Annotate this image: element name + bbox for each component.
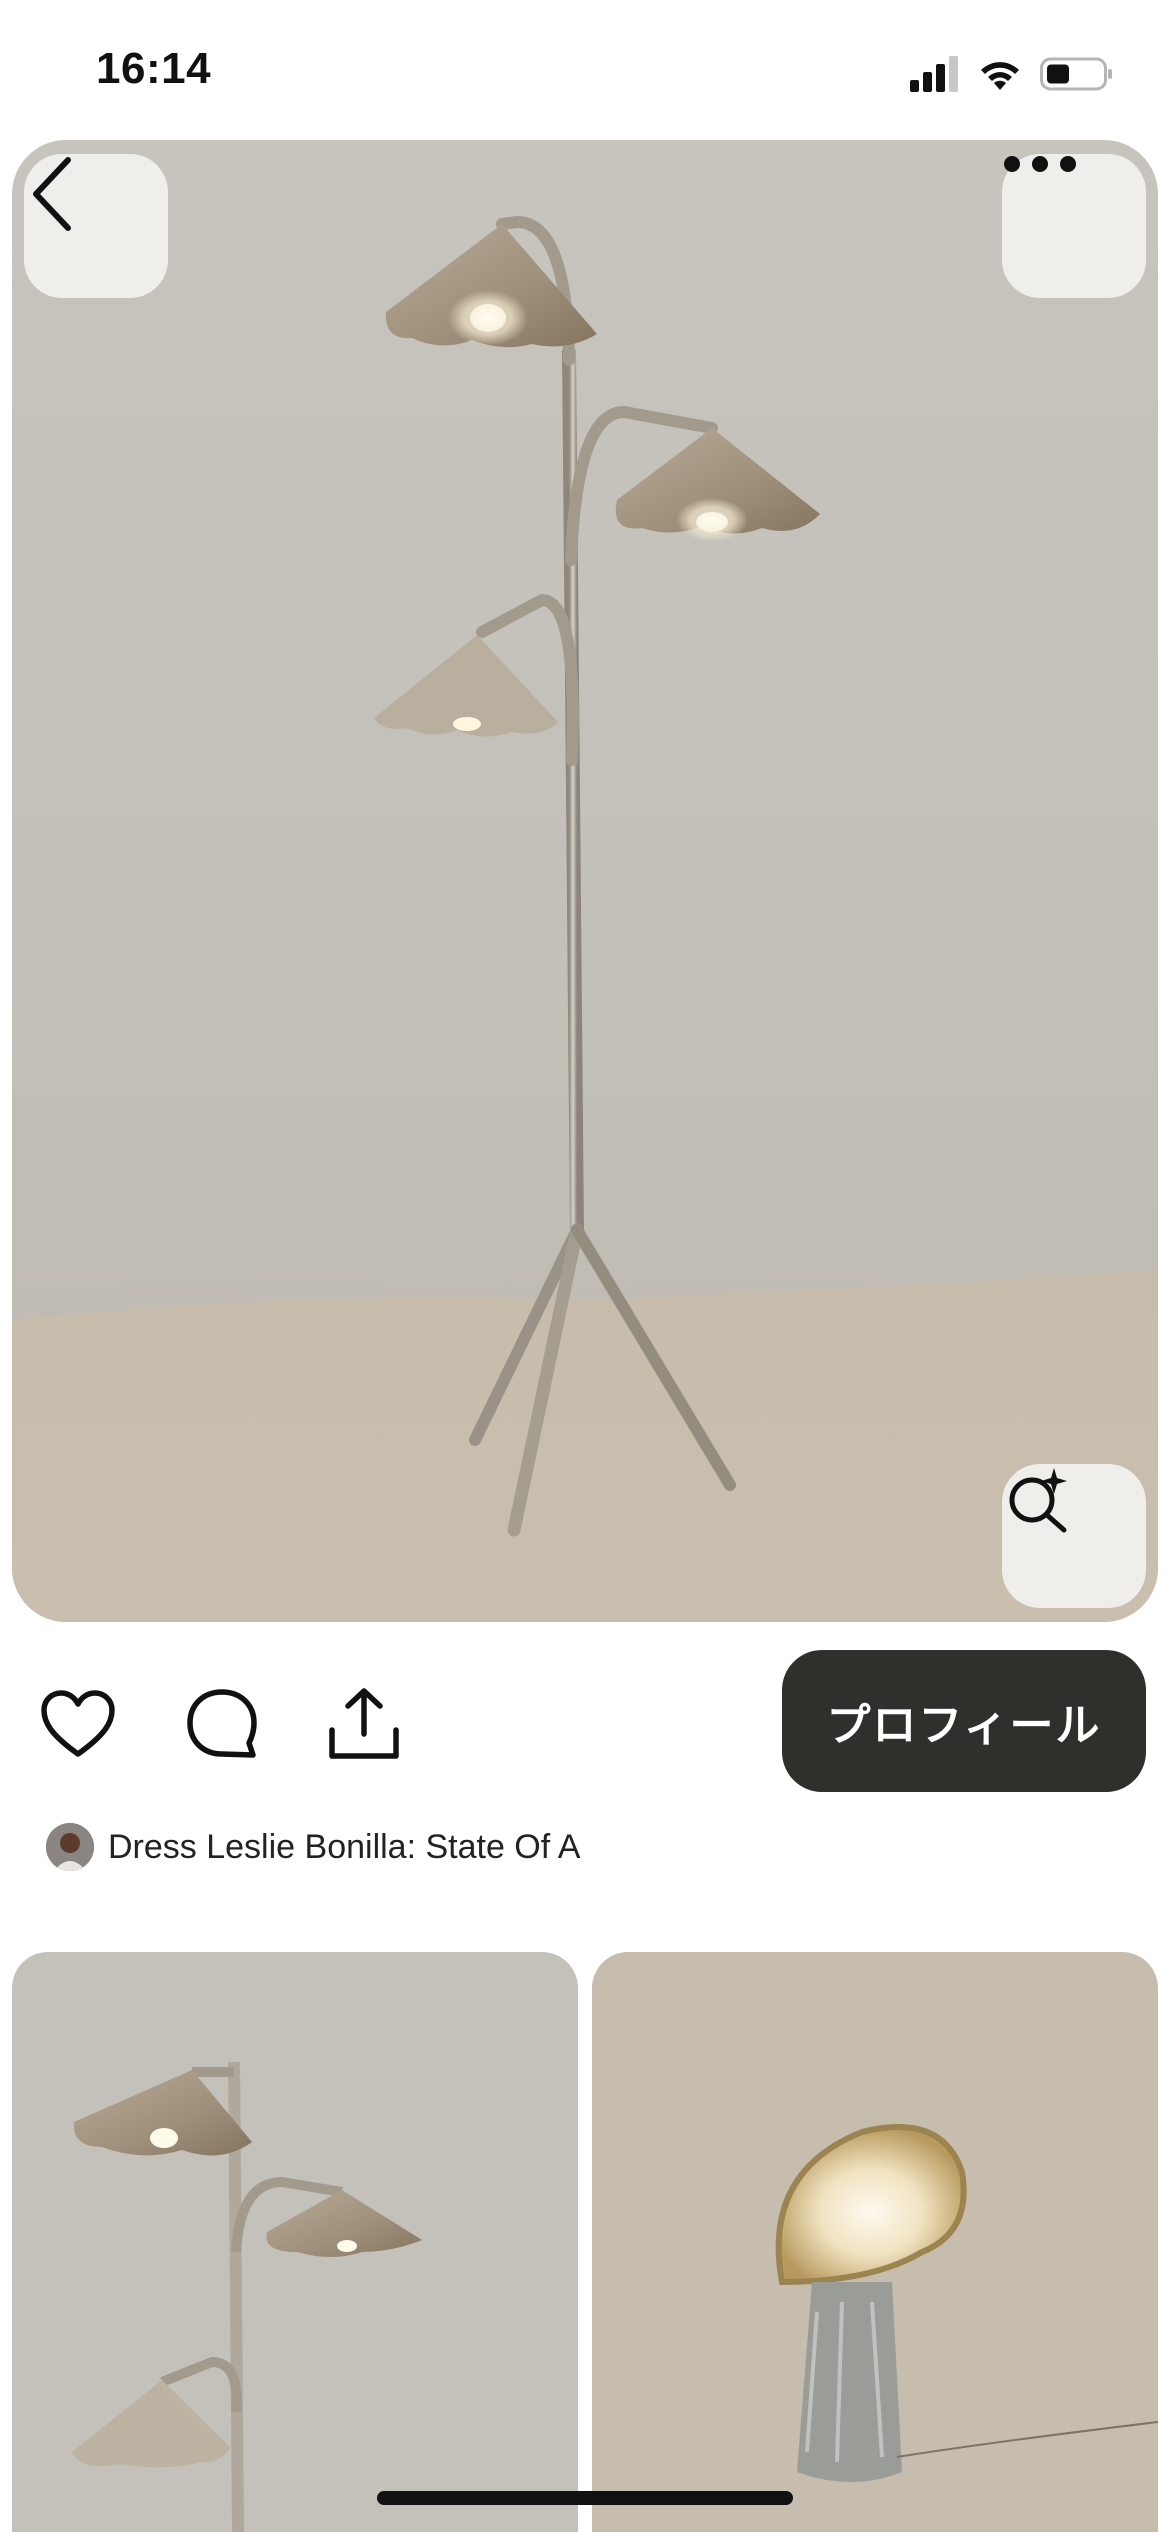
wifi-icon [981, 62, 1019, 90]
visual-search-button[interactable] [1002, 1464, 1146, 1608]
floor-lamp-photo [12, 215, 1158, 1622]
profile-button[interactable]: プロフィール [782, 1650, 1146, 1792]
avatar [46, 1823, 94, 1871]
related-pin[interactable] [12, 1952, 578, 2532]
pin-actions: プロフィール [0, 1648, 1170, 1792]
comment-bubble-icon [187, 1689, 257, 1758]
share-upload-icon [329, 1688, 399, 1759]
more-options-button[interactable] [1002, 154, 1146, 298]
home-indicator [377, 2491, 793, 2505]
related-table-lamp-image [775, 2124, 1158, 2482]
pin-image[interactable] [12, 140, 1158, 1622]
cellular-signal-icon [910, 56, 958, 92]
status-bar: 16:14 [0, 0, 1170, 140]
back-button[interactable] [24, 154, 168, 298]
share-button[interactable] [324, 1684, 404, 1764]
creator-attribution[interactable]: Dress Leslie Bonilla: State Of A [46, 1822, 580, 1872]
battery-icon [1040, 57, 1112, 91]
like-button[interactable] [38, 1684, 118, 1764]
heart-icon [41, 1690, 115, 1757]
status-icons [910, 54, 1114, 94]
visual-search-icon [1009, 1468, 1067, 1533]
chevron-left-icon [33, 157, 71, 231]
related-floor-lamp-image [72, 2061, 422, 2532]
related-pin[interactable] [592, 1952, 1158, 2532]
comment-button[interactable] [182, 1684, 262, 1764]
status-time: 16:14 [96, 44, 212, 93]
ellipsis-icon [1004, 156, 1076, 172]
creator-name: Dress Leslie Bonilla: State Of A [108, 1827, 581, 1866]
